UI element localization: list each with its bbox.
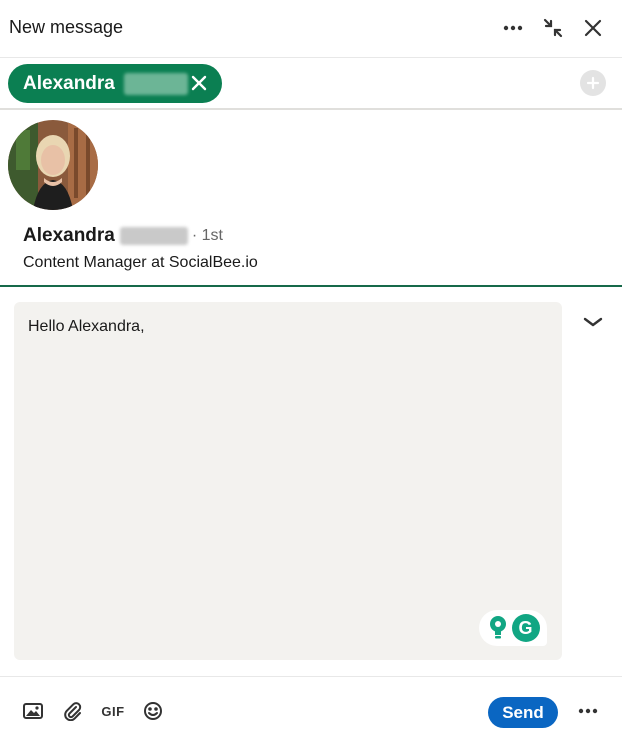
profile-name-row: Alexandra · 1st [23, 225, 223, 247]
close-button[interactable] [579, 14, 607, 42]
compose-footer: GIF Send [0, 676, 622, 738]
recipient-chip[interactable]: Alexandra [8, 64, 222, 103]
attach-image-button[interactable] [21, 699, 45, 723]
profile-name[interactable]: Alexandra [23, 225, 115, 247]
more-options-button[interactable] [499, 14, 527, 42]
grammarly-widget[interactable]: G [479, 610, 547, 646]
more-icon [503, 25, 523, 31]
gif-icon: GIF [101, 703, 125, 719]
connection-degree: · 1st [191, 227, 223, 244]
gif-button[interactable]: GIF [101, 699, 125, 723]
collapse-icon [543, 18, 563, 38]
remove-recipient-icon[interactable] [190, 74, 208, 92]
lightbulb-icon[interactable] [487, 615, 509, 641]
recipient-chip-name: Alexandra [23, 72, 115, 94]
message-textarea[interactable]: Hello Alexandra, [14, 302, 562, 660]
plus-icon [586, 76, 600, 90]
emoji-button[interactable] [141, 699, 165, 723]
close-icon [584, 19, 602, 37]
expand-compose-button[interactable] [580, 312, 606, 332]
recipient-bar: Alexandra [0, 58, 622, 110]
grammarly-logo[interactable]: G [511, 614, 540, 642]
more-icon [578, 708, 598, 714]
minimize-button[interactable] [539, 14, 567, 42]
message-header: New message [0, 0, 622, 58]
avatar[interactable] [8, 120, 98, 210]
attach-file-button[interactable] [61, 699, 85, 723]
attachment-icon [64, 702, 82, 721]
redacted-surname [123, 72, 188, 95]
profile-headline: Content Manager at SocialBee.io [23, 254, 258, 271]
message-text: Hello Alexandra, [28, 318, 145, 335]
redacted-surname [119, 227, 188, 245]
send-button[interactable]: Send [488, 697, 558, 728]
recipient-profile: Alexandra · 1st Content Manager at Socia… [0, 110, 622, 287]
header-title: New message [9, 17, 124, 37]
more-send-options-button[interactable] [576, 699, 600, 723]
chevron-down-icon [583, 317, 603, 327]
image-icon [23, 703, 43, 719]
add-recipient-button[interactable] [580, 70, 606, 96]
emoji-icon [144, 702, 162, 720]
avatar-photo [8, 120, 98, 210]
